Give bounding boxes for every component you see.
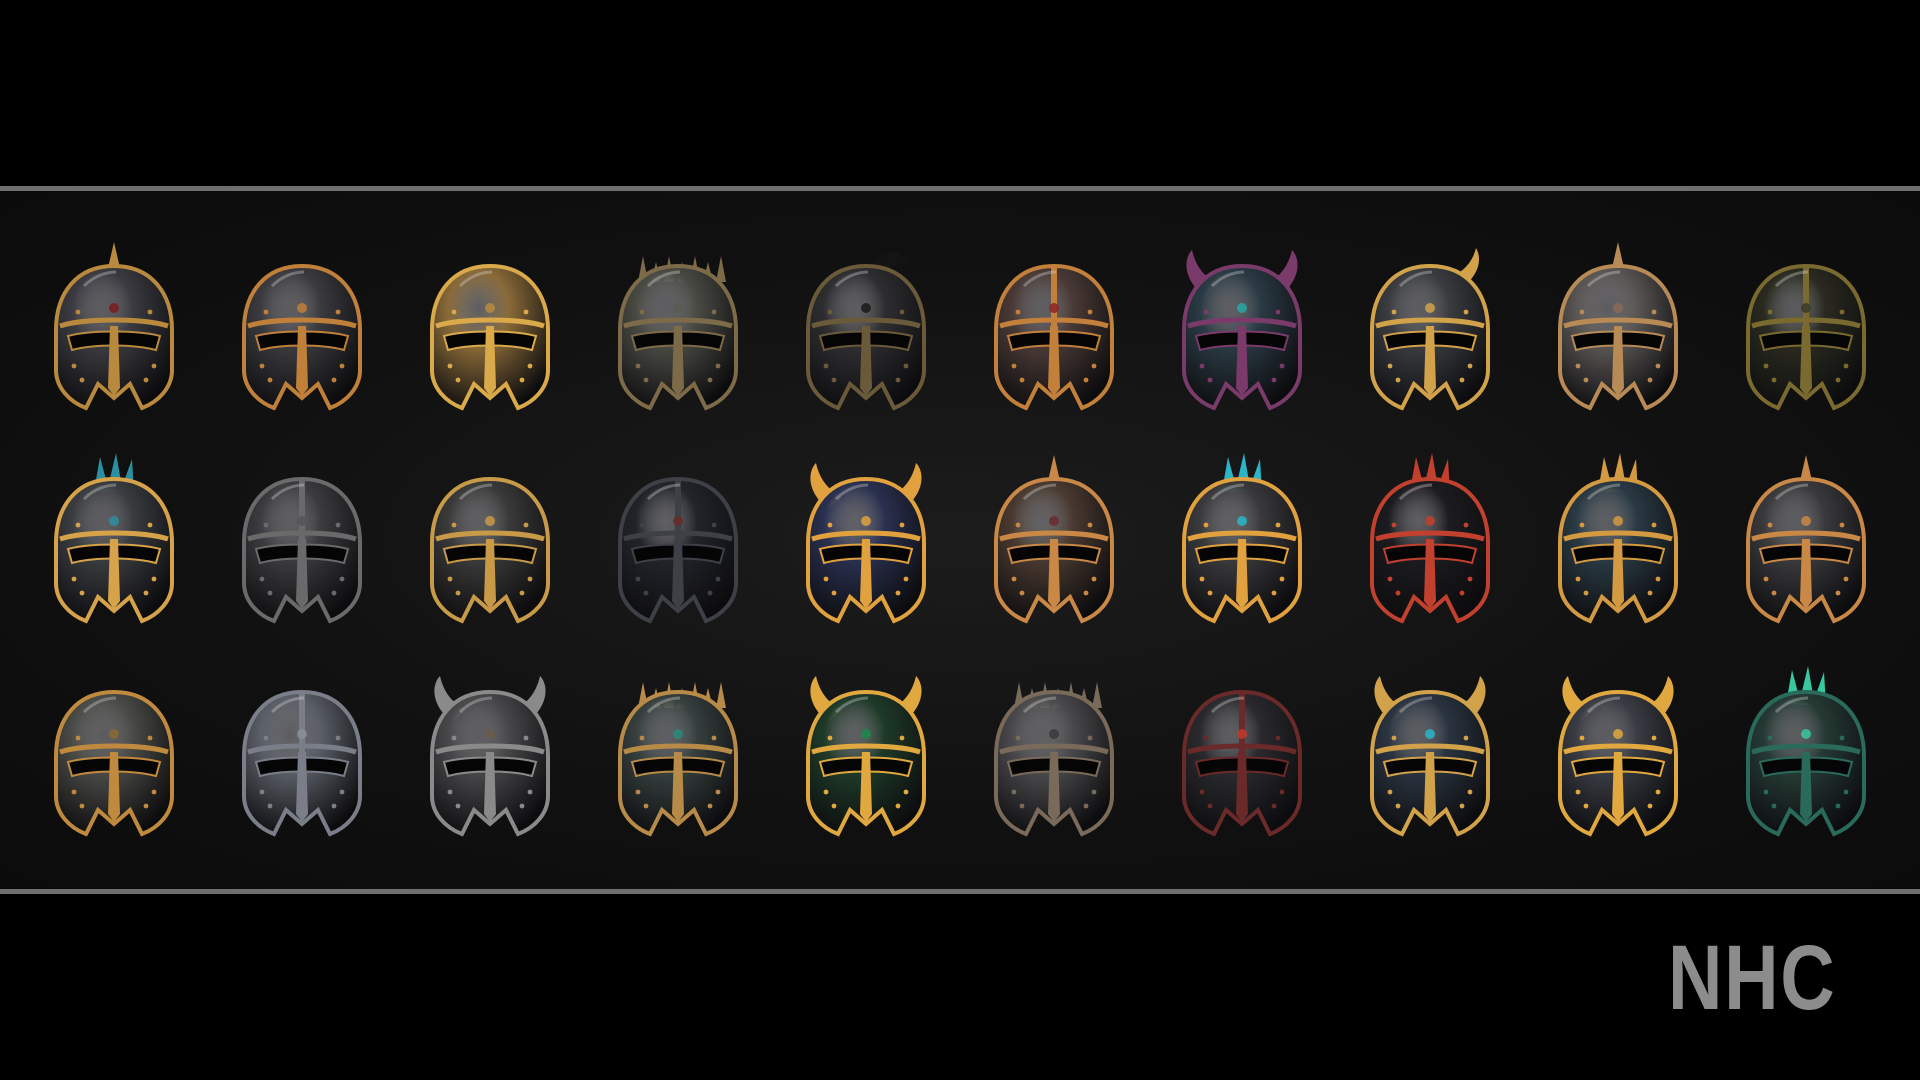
helmet-item[interactable] bbox=[1524, 221, 1712, 434]
helmet-item[interactable] bbox=[584, 434, 772, 647]
crimson-barbute-helmet-icon bbox=[994, 263, 1114, 411]
helmet-item[interactable] bbox=[1524, 648, 1712, 861]
helmet-item[interactable] bbox=[960, 221, 1148, 434]
flame-crest-helmet-icon bbox=[1370, 452, 1490, 624]
emerald-crown-helmet-icon bbox=[806, 676, 926, 837]
helmet-item[interactable] bbox=[584, 221, 772, 434]
helmet-grid bbox=[20, 221, 1900, 861]
helmet-item[interactable] bbox=[1148, 648, 1336, 861]
horned-teal-helmet-icon bbox=[1182, 249, 1302, 411]
jade-rune-helmet-icon bbox=[1746, 666, 1866, 837]
helmet-item[interactable] bbox=[772, 648, 960, 861]
helmet-item[interactable] bbox=[960, 648, 1148, 861]
sunburst-crest-helmet-icon bbox=[1182, 452, 1302, 624]
helmet-item[interactable] bbox=[1148, 221, 1336, 434]
obsidian-helm-icon bbox=[618, 476, 738, 624]
helmet-item[interactable] bbox=[1712, 648, 1900, 861]
golden-thorn-helmet-icon bbox=[1558, 676, 1678, 837]
helmet-item[interactable] bbox=[1336, 648, 1524, 861]
helmet-item[interactable] bbox=[20, 434, 208, 647]
helmet-item[interactable] bbox=[20, 648, 208, 861]
helmet-item[interactable] bbox=[208, 648, 396, 861]
thorned-great-helm-icon bbox=[618, 255, 738, 411]
helmet-item[interactable] bbox=[584, 648, 772, 861]
helmet-item[interactable] bbox=[1712, 434, 1900, 647]
weathered-bucket-helmet-icon bbox=[54, 690, 174, 837]
barred-close-helmet-icon bbox=[242, 263, 362, 411]
riveted-nasal-helmet-icon bbox=[1558, 241, 1678, 411]
ember-dark-helmet-icon bbox=[1182, 690, 1302, 837]
shadow-olive-helmet-icon bbox=[1746, 263, 1866, 411]
crested-gold-trim-helmet-icon bbox=[54, 452, 174, 624]
azure-fin-helmet-icon bbox=[1370, 676, 1490, 837]
gilded-bascinet-helmet-icon bbox=[430, 476, 550, 624]
helmet-item[interactable] bbox=[1336, 434, 1524, 647]
helmet-item[interactable] bbox=[208, 434, 396, 647]
engraved-horned-helmet-icon bbox=[430, 676, 550, 837]
helmet-item[interactable] bbox=[772, 434, 960, 647]
helmet-item[interactable] bbox=[1524, 434, 1712, 647]
winged-gold-helmet-icon bbox=[1370, 247, 1490, 411]
helmet-item[interactable] bbox=[1712, 221, 1900, 434]
gold-sallet-helmet-icon bbox=[430, 263, 550, 411]
helmet-item[interactable] bbox=[1148, 434, 1336, 647]
mohawk-gold-helmet-icon bbox=[1558, 452, 1678, 624]
helmet-item[interactable] bbox=[208, 221, 396, 434]
spired-sallet-helmet-icon bbox=[54, 241, 174, 411]
silver-knight-helmet-icon bbox=[242, 690, 362, 837]
helmet-item[interactable] bbox=[772, 221, 960, 434]
nhc-logo: NHC bbox=[1667, 927, 1836, 1029]
helmet-item[interactable] bbox=[20, 221, 208, 434]
helmet-item[interactable] bbox=[960, 434, 1148, 647]
royal-horned-helmet-icon bbox=[806, 462, 926, 624]
steel-visor-helmet-icon bbox=[242, 476, 362, 624]
helmet-item[interactable] bbox=[1336, 221, 1524, 434]
helmet-item[interactable] bbox=[396, 434, 584, 647]
sawtooth-crest-helmet-icon bbox=[994, 682, 1114, 837]
plumed-dark-helm-icon bbox=[806, 252, 926, 411]
cross-face-helmet-icon bbox=[1746, 454, 1866, 624]
helmet-item[interactable] bbox=[396, 221, 584, 434]
helmet-showcase-band bbox=[0, 186, 1920, 894]
helmet-item[interactable] bbox=[396, 648, 584, 861]
verdant-spiked-helmet-icon bbox=[618, 682, 738, 837]
bronze-mask-helmet-icon bbox=[994, 454, 1114, 624]
